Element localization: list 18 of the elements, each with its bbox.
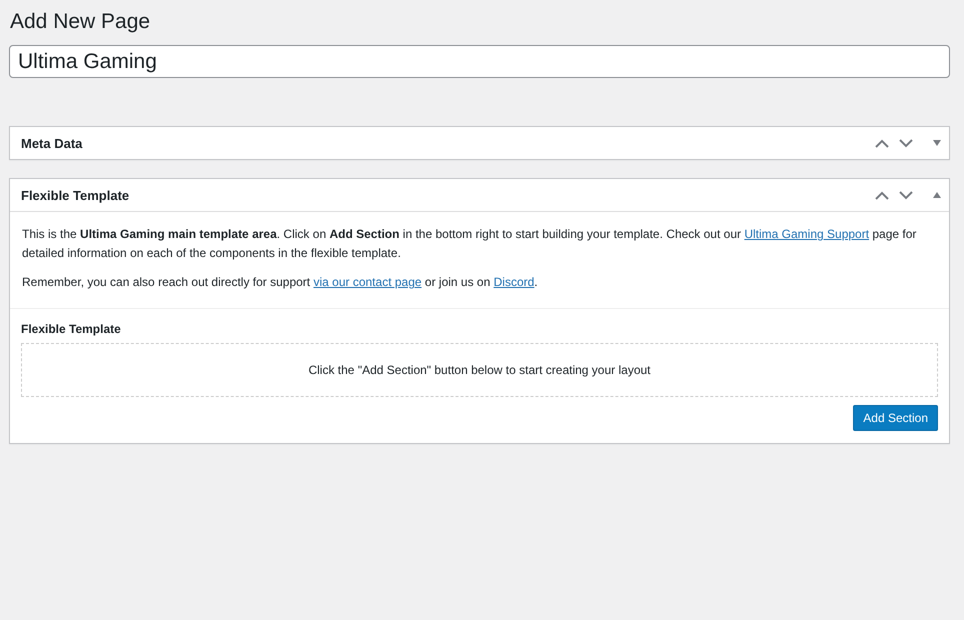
move-down-icon[interactable] xyxy=(899,138,913,148)
move-down-icon[interactable] xyxy=(899,190,913,200)
page-title: Add New Page xyxy=(9,9,152,35)
intro-paragraph: Remember, you can also reach out directly for support via our contact page or join us on Discord. xyxy=(22,274,539,292)
move-up-icon[interactable] xyxy=(875,190,889,200)
link[interactable]: Discord xyxy=(494,275,534,290)
field-label: Flexible Template xyxy=(21,322,122,336)
toggle-icon[interactable] xyxy=(933,140,941,146)
toggle-icon[interactable] xyxy=(933,192,941,198)
empty-message: Click the "Add Section" button below to start creating your layout xyxy=(308,363,651,378)
link[interactable]: via our contact page xyxy=(313,275,422,290)
title-field[interactable]: Ultima Gaming xyxy=(9,45,950,78)
move-up-icon[interactable] xyxy=(875,138,889,148)
panel-title: Meta Data xyxy=(21,136,82,151)
panel-title: Flexible Template xyxy=(21,188,130,203)
add-section-button[interactable]: Add Section xyxy=(853,405,938,432)
link[interactable]: Ultima Gaming Support xyxy=(744,227,870,242)
intro-paragraph: This is the Ultima Gaming main template area. Click on Add Section in the bottom right to start building your template. Check out our Ultima Gaming Support page for detailed information on each of the components in the flexible template. xyxy=(22,226,918,262)
